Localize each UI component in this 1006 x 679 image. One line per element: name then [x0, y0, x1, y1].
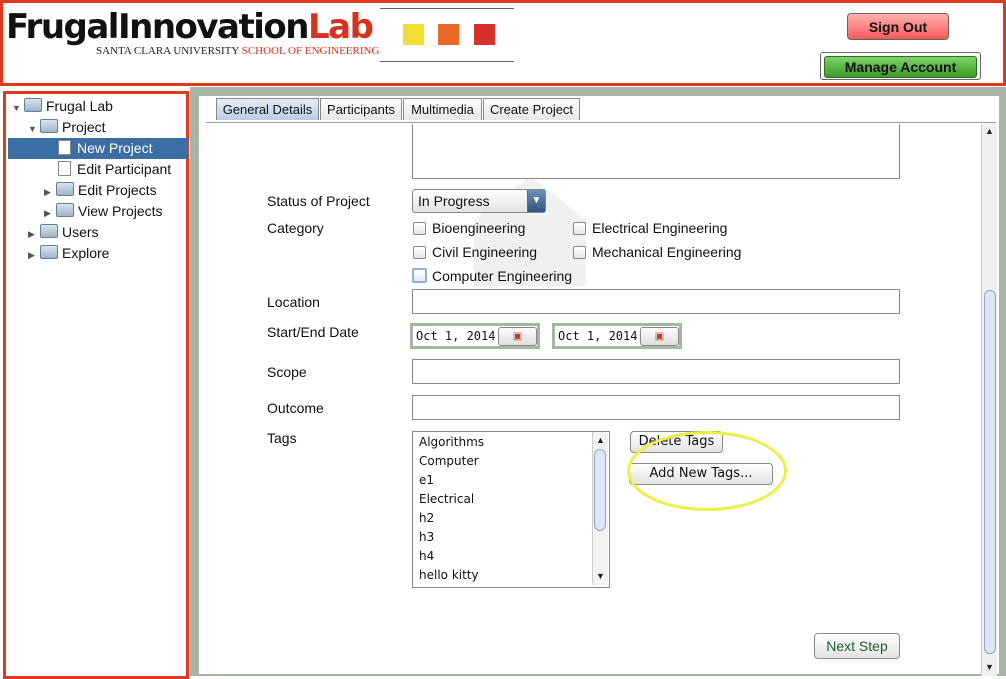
tree-item-frugal-lab[interactable]: ▼ Frugal Lab	[12, 96, 113, 117]
location-label: Location	[267, 294, 320, 310]
tree-label: Users	[62, 224, 99, 240]
scroll-down-icon[interactable]: ▼	[596, 571, 605, 581]
tags-list[interactable]: Algorithms Computer e1 Electrical h2 h3 …	[412, 431, 610, 588]
tab-multimedia[interactable]: Multimedia	[403, 98, 482, 120]
expanded-arrow-icon[interactable]: ▼	[12, 98, 24, 119]
tree-label: Frugal Lab	[46, 98, 113, 114]
next-step-button[interactable]: Next Step	[814, 633, 900, 659]
tab-create-project[interactable]: Create Project	[483, 98, 580, 120]
checkbox-bioengineering[interactable]	[413, 222, 426, 235]
tag-item[interactable]: Computer	[419, 452, 479, 471]
start-date-value: Oct 1, 2014	[416, 329, 496, 343]
checkbox-label-computer: Computer Engineering	[432, 268, 573, 284]
manage-account-button[interactable]: Manage Account	[820, 52, 981, 80]
tag-item[interactable]: e1	[419, 471, 434, 490]
checkbox-label-mechanical: Mechanical Engineering	[592, 244, 742, 260]
tree-label: Project	[62, 119, 106, 135]
checkbox-computer-engineering[interactable]	[412, 268, 427, 283]
tag-item[interactable]: h2	[419, 509, 434, 528]
tab-participants[interactable]: Participants	[320, 98, 402, 120]
description-textarea[interactable]	[412, 124, 900, 179]
checkbox-mechanical-engineering[interactable]	[573, 246, 586, 259]
end-date-calendar-button[interactable]: ▣	[640, 327, 679, 346]
scope-label: Scope	[267, 364, 307, 380]
tab-strip: General Details Participants Multimedia …	[206, 97, 996, 123]
outcome-label: Outcome	[267, 400, 324, 416]
logo-red-square	[474, 24, 495, 45]
logo-title: FrugalInnovationLab	[6, 7, 374, 47]
category-label: Category	[267, 220, 324, 236]
form-scroll-thumb[interactable]	[984, 290, 996, 654]
calendar-icon: ▣	[654, 331, 665, 342]
tree-label: View Projects	[78, 203, 163, 219]
tree-item-explore[interactable]: ▶ Explore	[28, 243, 109, 264]
tag-item[interactable]: h3	[419, 528, 434, 547]
document-icon	[58, 140, 71, 155]
logo-squares	[380, 8, 514, 62]
checkbox-civil-engineering[interactable]	[413, 246, 426, 259]
tag-item[interactable]: Electrical	[419, 490, 474, 509]
logo-orange-square	[438, 24, 459, 45]
tree-label: Edit Projects	[78, 182, 157, 198]
checkbox-label-electrical: Electrical Engineering	[592, 220, 728, 236]
folder-icon	[40, 245, 58, 259]
tree-item-edit-projects[interactable]: ▶ Edit Projects	[44, 180, 157, 201]
tree-item-edit-participant[interactable]: Edit Participant	[58, 159, 171, 180]
tab-general-details[interactable]: General Details	[216, 98, 319, 120]
tree-item-new-project[interactable]: New Project	[8, 138, 188, 159]
checkbox-label-bioengineering: Bioengineering	[432, 220, 526, 236]
logo-subtitle: SANTA CLARA UNIVERSITY SCHOOL OF ENGINEE…	[96, 45, 380, 57]
dropdown-arrow-icon[interactable]: ▼	[527, 190, 545, 212]
tree-item-view-projects[interactable]: ▶ View Projects	[44, 201, 163, 222]
logo-yellow-square	[403, 24, 424, 45]
calendar-icon: ▣	[512, 331, 523, 342]
scroll-up-icon[interactable]: ▲	[985, 126, 994, 136]
scroll-down-icon[interactable]: ▼	[985, 662, 994, 672]
tags-scroll-thumb[interactable]	[594, 449, 606, 531]
sign-out-button[interactable]: Sign Out	[847, 13, 949, 40]
collapsed-arrow-icon[interactable]: ▶	[44, 203, 56, 224]
sidebar-tree: ▼ Frugal Lab ▼ Project New Project Edit Pa…	[3, 91, 189, 679]
status-value: In Progress	[418, 193, 490, 209]
manage-account-label: Manage Account	[824, 56, 977, 78]
tags-label: Tags	[267, 430, 297, 446]
folder-icon	[40, 224, 58, 238]
tree-label: Edit Participant	[77, 161, 172, 177]
folder-icon	[56, 203, 74, 217]
location-input[interactable]	[412, 289, 900, 314]
scroll-up-icon[interactable]: ▲	[596, 435, 605, 445]
start-date-calendar-button[interactable]: ▣	[498, 327, 537, 346]
tree-item-project[interactable]: ▼ Project	[28, 117, 106, 138]
folder-icon	[56, 182, 74, 196]
folder-icon	[24, 98, 42, 112]
tree-item-users[interactable]: ▶ Users	[28, 222, 99, 243]
expanded-arrow-icon[interactable]: ▼	[28, 119, 40, 140]
tree-label: Explore	[62, 245, 110, 261]
tag-item[interactable]: Algorithms	[419, 433, 484, 452]
end-date-value: Oct 1, 2014	[558, 329, 638, 343]
tree-label: New Project	[77, 140, 153, 156]
collapsed-arrow-icon[interactable]: ▶	[44, 182, 56, 203]
highlight-circle	[627, 431, 787, 511]
checkbox-label-civil: Civil Engineering	[432, 244, 538, 260]
checkbox-electrical-engineering[interactable]	[573, 222, 586, 235]
tag-item[interactable]: h4	[419, 547, 434, 566]
status-label: Status of Project	[267, 193, 370, 209]
document-icon	[58, 161, 71, 176]
tag-item[interactable]: hello kitty	[419, 566, 479, 585]
status-select[interactable]: In Progress ▼	[412, 189, 546, 213]
collapsed-arrow-icon[interactable]: ▶	[28, 224, 40, 245]
folder-icon	[40, 119, 58, 133]
collapsed-arrow-icon[interactable]: ▶	[28, 245, 40, 266]
scope-input[interactable]	[412, 359, 900, 384]
outcome-input[interactable]	[412, 395, 900, 420]
dates-label: Start/End Date	[267, 324, 359, 340]
